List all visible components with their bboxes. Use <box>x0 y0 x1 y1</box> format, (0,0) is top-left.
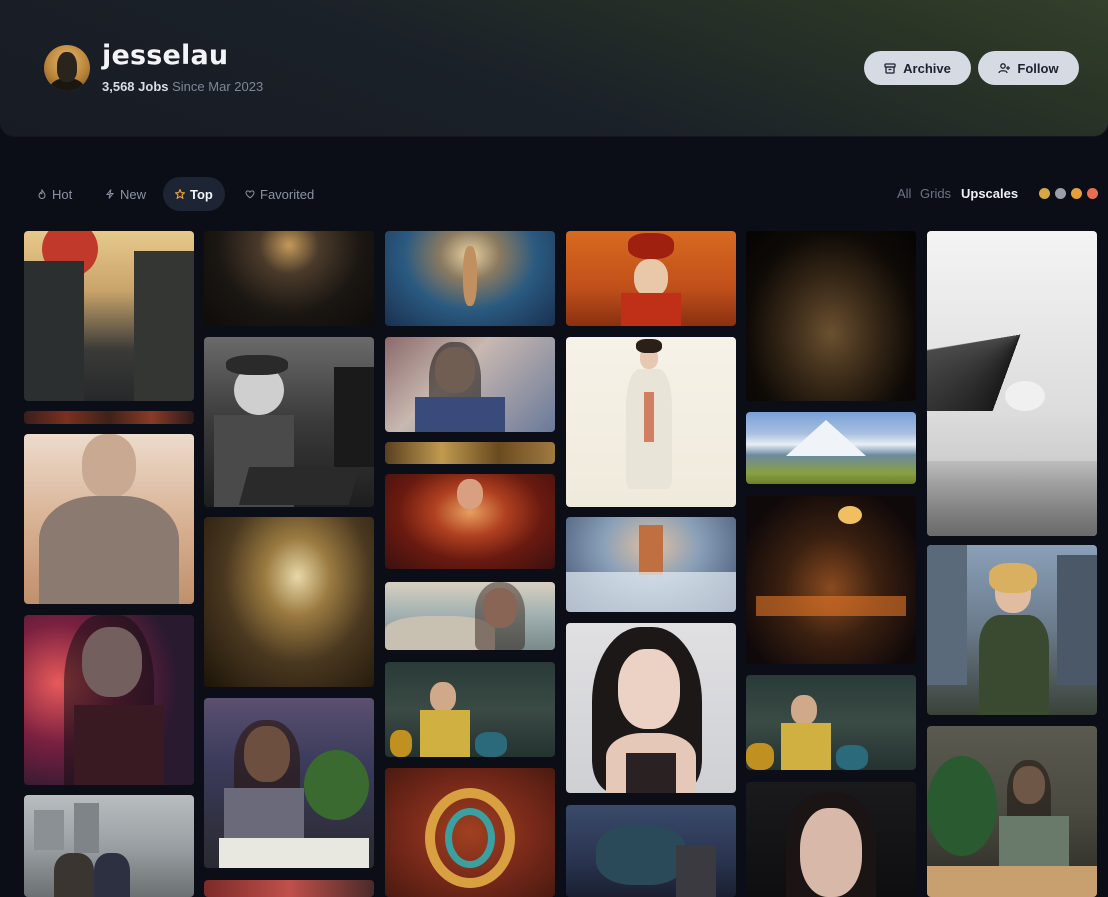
gallery-thumbnail[interactable] <box>566 231 736 326</box>
gallery-thumbnail[interactable] <box>746 231 916 401</box>
gallery-thumbnail[interactable] <box>385 662 555 757</box>
heart-eyes-face-icon[interactable] <box>1087 188 1098 199</box>
gallery-thumbnail[interactable] <box>24 231 194 401</box>
gallery-thumbnail[interactable] <box>204 337 374 507</box>
tab-new-label: New <box>120 186 147 202</box>
star-icon <box>175 189 185 199</box>
tab-top-label: Top <box>190 186 213 202</box>
follow-button[interactable]: Follow <box>978 51 1079 85</box>
filter-all[interactable]: All <box>897 186 911 201</box>
gallery-thumbnail[interactable] <box>566 517 736 612</box>
gallery-thumbnail[interactable] <box>385 337 555 432</box>
archive-icon <box>884 63 896 74</box>
gallery-thumbnail[interactable] <box>927 231 1097 536</box>
frown-face-icon[interactable] <box>1055 188 1066 199</box>
gallery-thumbnail[interactable] <box>385 768 555 897</box>
gallery-thumbnail[interactable] <box>385 231 555 326</box>
gallery-thumbnail[interactable] <box>204 880 374 897</box>
gallery-thumbnail[interactable] <box>746 675 916 770</box>
gallery-thumbnail[interactable] <box>927 545 1097 715</box>
gallery-thumbnail[interactable] <box>204 698 374 868</box>
gallery-thumbnail[interactable] <box>746 496 916 664</box>
gallery-thumbnail[interactable] <box>927 726 1097 897</box>
add-user-icon <box>998 63 1011 74</box>
follow-label: Follow <box>1017 60 1059 76</box>
profile-stats: 3,568 Jobs Since Mar 2023 <box>102 79 263 94</box>
gallery-thumbnail[interactable] <box>746 782 916 897</box>
lightning-icon <box>105 189 115 199</box>
flame-icon <box>38 189 46 199</box>
tab-favorited-label: Favorited <box>260 186 315 202</box>
username: jesselau <box>102 40 229 71</box>
gallery-thumbnail[interactable] <box>24 434 194 604</box>
member-since: Since Mar 2023 <box>172 79 264 94</box>
archive-label: Archive <box>903 60 951 76</box>
gallery-thumbnail[interactable] <box>204 231 374 326</box>
tab-new[interactable]: New <box>93 177 158 211</box>
heart-icon <box>245 190 255 199</box>
jobs-count: 3,568 Jobs <box>102 79 169 94</box>
profile-header: jesselau 3,568 Jobs Since Mar 2023 Archi… <box>0 0 1108 136</box>
tab-favorited[interactable]: Favorited <box>233 177 326 211</box>
gallery-thumbnail[interactable] <box>385 582 555 650</box>
gallery-thumbnail[interactable] <box>566 623 736 793</box>
archive-button[interactable]: Archive <box>864 51 971 85</box>
gallery-thumbnail[interactable] <box>24 411 194 424</box>
gallery-thumbnail[interactable] <box>204 517 374 687</box>
avatar[interactable] <box>44 45 90 91</box>
gallery-thumbnail[interactable] <box>746 412 916 484</box>
gallery-thumbnail[interactable] <box>566 805 736 897</box>
gallery-thumbnail[interactable] <box>24 615 194 785</box>
filter-upscales[interactable]: Upscales <box>961 186 1018 201</box>
neutral-face-icon[interactable] <box>1039 188 1050 199</box>
tab-top[interactable]: Top <box>163 177 225 211</box>
tab-hot[interactable]: Hot <box>25 177 84 211</box>
gallery-thumbnail[interactable] <box>24 795 194 897</box>
filter-grids[interactable]: Grids <box>920 186 951 201</box>
gallery-thumbnail[interactable] <box>566 337 736 507</box>
gallery-thumbnail[interactable] <box>385 474 555 569</box>
gallery-thumbnail[interactable] <box>385 442 555 464</box>
smile-face-icon[interactable] <box>1071 188 1082 199</box>
tab-hot-label: Hot <box>52 186 73 202</box>
